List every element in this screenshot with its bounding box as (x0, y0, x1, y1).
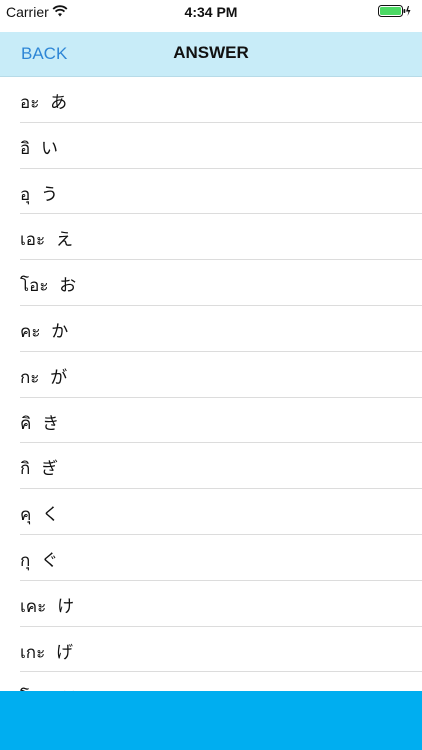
list-item[interactable]: คะ か (0, 306, 422, 352)
list-item[interactable]: โคะ こ (0, 672, 422, 691)
list-item[interactable]: กะ が (0, 352, 422, 398)
answer-text: อะ あ (20, 93, 68, 113)
status-bar: Carrier 4:34 PM (0, 0, 422, 32)
list-item[interactable]: เคะ け (0, 581, 422, 627)
status-time: 4:34 PM (184, 4, 238, 20)
answer-list[interactable]: อะ あ อิ い อุ う เอะ え โอะ お คะ か กะ が คิ き กิ ぎ คุ… (0, 77, 422, 691)
answer-text: เกะ げ (20, 642, 74, 663)
answer-text: เคะ け (20, 596, 75, 617)
list-item[interactable]: อิ い (0, 123, 422, 169)
list-item[interactable]: กุ ぐ (0, 535, 422, 581)
list-item[interactable]: กิ ぎ (0, 443, 422, 489)
answer-text: โอะ お (20, 276, 77, 297)
answer-text: กะ が (20, 367, 68, 388)
list-item[interactable]: เกะ げ (0, 627, 422, 673)
answer-text: กิ ぎ (20, 459, 59, 480)
answer-text: โคะ こ (20, 683, 77, 691)
list-item[interactable]: เอะ え (0, 214, 422, 260)
navigation-bar: BACK ANSWER (0, 32, 422, 77)
answer-text: คุ く (20, 505, 60, 526)
list-item[interactable]: โอะ お (0, 260, 422, 306)
list-item[interactable]: อะ あ (0, 77, 422, 123)
list-item[interactable]: อุ う (0, 169, 422, 215)
answer-text: อิ い (20, 138, 59, 159)
answer-text: เอะ え (20, 230, 73, 251)
answer-text: คิ き (20, 413, 60, 434)
answer-text: กุ ぐ (20, 550, 59, 571)
list-item[interactable]: คิ き (0, 398, 422, 444)
bottom-banner (0, 691, 422, 750)
answer-text: อุ う (20, 184, 59, 205)
page-title: ANSWER (173, 43, 249, 62)
list-item[interactable]: คุ く (0, 489, 422, 535)
battery-icon (378, 5, 411, 17)
answer-text: คะ か (20, 321, 69, 342)
